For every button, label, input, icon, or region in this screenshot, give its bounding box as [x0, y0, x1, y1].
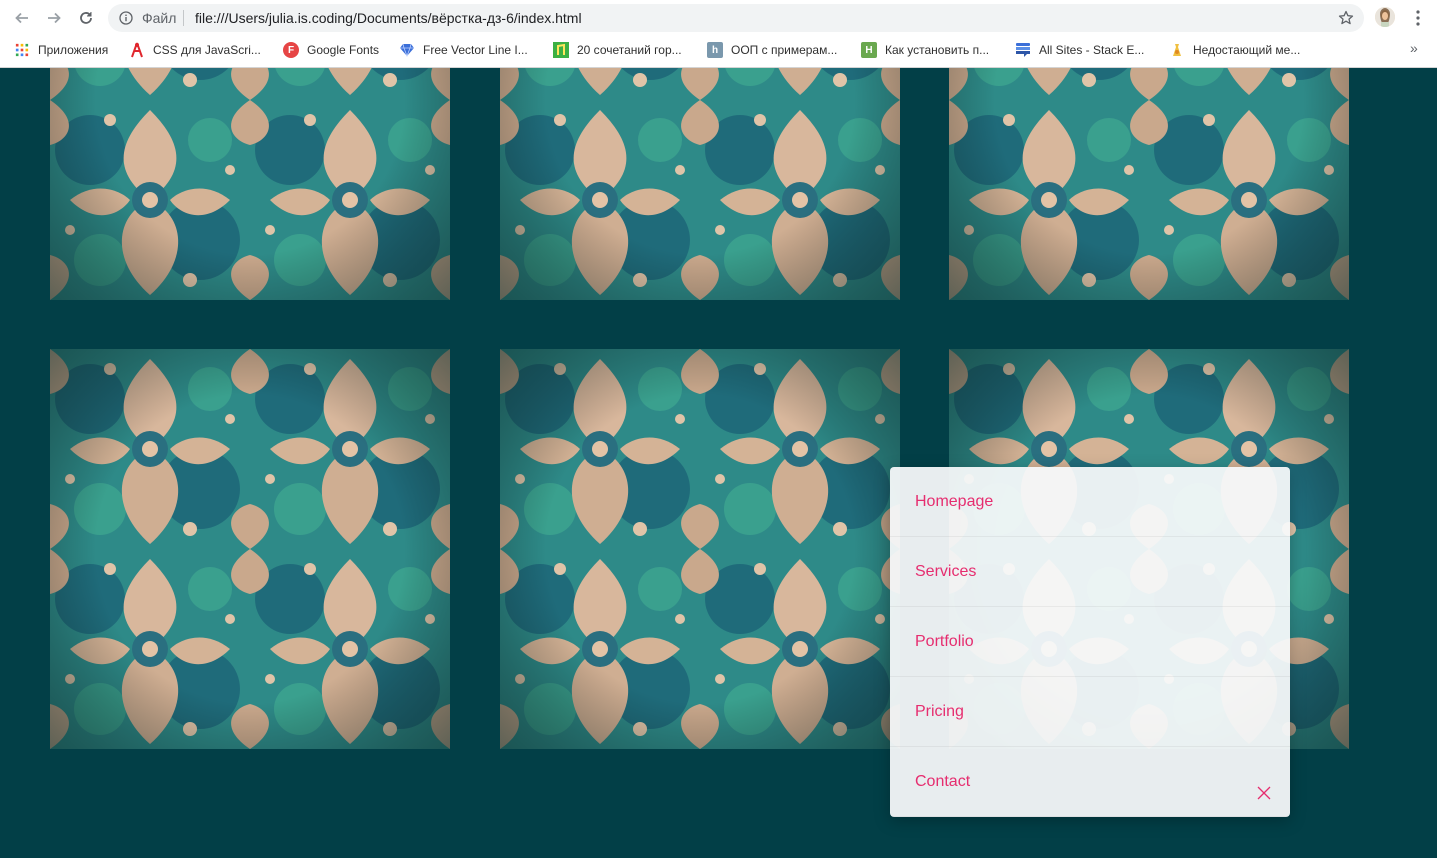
more-vert-icon[interactable] [1410, 9, 1426, 27]
url-text[interactable]: file:///Users/julia.is.coding/Documents/… [195, 10, 582, 26]
nav-menu: Homepage Services Portfolio Pricing Cont… [890, 467, 1290, 817]
browser-chrome: Файл file:///Users/julia.is.coding/Docum… [0, 0, 1437, 68]
bookmark-label: All Sites - Stack E... [1039, 43, 1145, 57]
bookmark-label: 20 сочетаний гор... [577, 43, 682, 57]
info-icon[interactable] [119, 11, 133, 25]
forward-button[interactable] [44, 8, 64, 28]
damask-pattern-image [500, 349, 900, 749]
menu-item-label: Services [915, 563, 977, 580]
green-h-icon: H [861, 42, 877, 58]
address-separator [183, 10, 184, 26]
gallery-image [500, 349, 900, 749]
damask-pattern-image [50, 349, 450, 749]
browser-toolbar: Файл file:///Users/julia.is.coding/Docum… [0, 0, 1437, 36]
bookmark-label: Free Vector Line I... [423, 43, 528, 57]
bookmark-css-js[interactable]: CSS для JavaScri... [129, 40, 261, 60]
habr-icon: h [707, 42, 723, 58]
close-icon[interactable] [1256, 785, 1272, 801]
stackexchange-icon [1015, 42, 1031, 58]
bookmark-google-fonts[interactable]: F Google Fonts [283, 40, 379, 60]
menu-item-contact[interactable]: Contact [890, 747, 1290, 817]
bookmark-label: CSS для JavaScri... [153, 43, 261, 57]
arrow-left-icon [15, 12, 28, 24]
reload-button[interactable] [76, 8, 96, 28]
menu-item-label: Portfolio [915, 633, 974, 650]
bookmark-icon [1169, 42, 1185, 58]
bookmark-stack-exchange[interactable]: All Sites - Stack E... [1015, 40, 1144, 60]
menu-item-portfolio[interactable]: Portfolio [890, 607, 1290, 677]
avatar-icon [1375, 7, 1395, 27]
menu-item-label: Homepage [915, 493, 994, 510]
arrow-right-icon [48, 12, 61, 24]
bookmark-free-vector[interactable]: Free Vector Line I... [399, 40, 528, 60]
scheme-label: Файл [142, 10, 177, 26]
google-fonts-icon: F [283, 42, 299, 58]
address-bar[interactable]: Файл file:///Users/julia.is.coding/Docum… [108, 4, 1364, 32]
bookmark-oop[interactable]: h ООП с примерам... [707, 40, 837, 60]
menu-item-label: Pricing [915, 703, 964, 720]
star-icon[interactable] [1338, 10, 1354, 26]
profile-avatar[interactable] [1375, 7, 1395, 27]
bookmark-20-combos[interactable]: 20 сочетаний гор... [553, 40, 682, 60]
diamond-icon [399, 42, 415, 58]
menu-item-homepage[interactable]: Homepage [890, 467, 1290, 537]
gallery-image [50, 349, 450, 749]
back-button[interactable] [12, 8, 32, 28]
menu-item-label: Contact [915, 773, 971, 790]
bookmark-label: ООП с примерам... [731, 43, 838, 57]
bookmark-label: Недостающий ме... [1193, 43, 1301, 57]
green-bookmark-icon [553, 42, 569, 58]
bookmark-label: Google Fonts [307, 43, 380, 57]
bookmark-missing[interactable]: Недостающий ме... [1169, 40, 1300, 60]
bookmark-label: Приложения [38, 43, 109, 57]
menu-item-services[interactable]: Services [890, 537, 1290, 607]
bookmark-how-to-install[interactable]: H Как установить п... [861, 40, 989, 60]
bookmarks-overflow-icon[interactable]: » [1410, 40, 1418, 56]
css-bookmark-icon [129, 42, 145, 58]
apps-grid-icon [14, 42, 30, 58]
reload-icon [80, 12, 92, 24]
bookmark-apps[interactable]: Приложения [14, 40, 108, 60]
bookmarks-bar: Приложения CSS для JavaScri... F Google … [0, 38, 1437, 62]
bookmark-label: Как установить п... [885, 43, 990, 57]
menu-item-pricing[interactable]: Pricing [890, 677, 1290, 747]
